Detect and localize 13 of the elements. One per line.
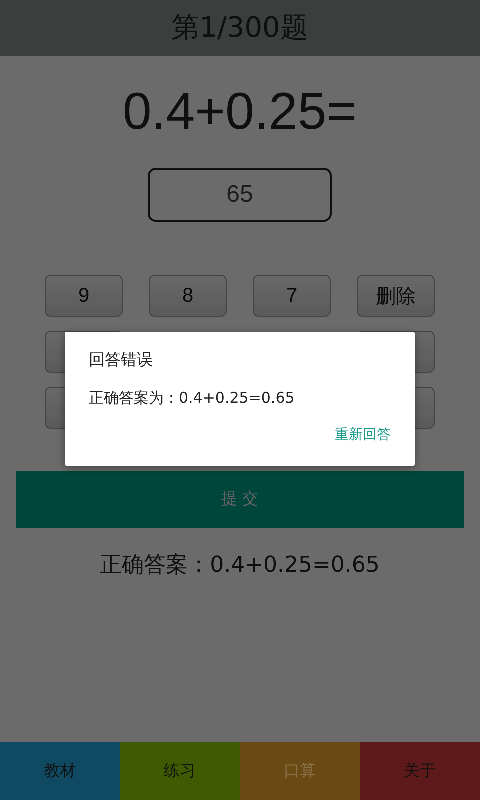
keypad-key[interactable]: 删除	[357, 275, 435, 317]
dialog-title: 回答错误	[89, 350, 154, 371]
nav-tab[interactable]: 练习	[120, 742, 240, 800]
dialog-message: 正确答案为：0.4+0.25=0.65	[89, 389, 296, 408]
submit-button[interactable]: 提 交	[16, 471, 464, 528]
question-text: 0.4+0.25=	[122, 82, 358, 142]
retry-button[interactable]: 重新回答	[335, 426, 391, 444]
keypad-key[interactable]: 7	[253, 275, 331, 317]
keypad-key[interactable]: 9	[45, 275, 123, 317]
answer-field[interactable]: 65	[148, 168, 332, 222]
keypad-key[interactable]: 8	[149, 275, 227, 317]
nav-tab[interactable]: 教材	[0, 742, 120, 800]
correct-answer-text: 正确答案：0.4+0.25=0.65	[100, 552, 380, 580]
